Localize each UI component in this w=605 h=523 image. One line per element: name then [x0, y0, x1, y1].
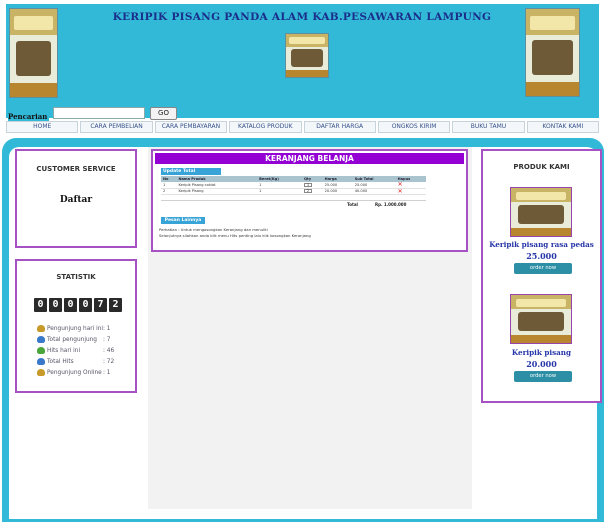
cart-note: Selanjutnya silahkan anda klik menu Hits…	[159, 233, 311, 238]
daftar-link[interactable]: Daftar	[17, 195, 135, 205]
stat-label: Pengunjung Online	[47, 369, 102, 376]
counter-digit: 0	[49, 298, 62, 312]
nav-katalog-produk[interactable]: KATALOG PRODUK	[229, 121, 302, 133]
product-image[interactable]	[510, 294, 572, 344]
stat-row: Total Hits : 72	[37, 356, 114, 367]
users-icon	[37, 347, 45, 354]
nav-cara-pembayaran[interactable]: CARA PEMBAYARAN	[154, 121, 228, 133]
nav-daftar-harga[interactable]: DAFTAR HARGA	[303, 121, 376, 133]
statistik-list: Pengunjung hari ini : 1 Total pengunjung…	[37, 323, 114, 378]
stat-label: Total Hits	[47, 358, 74, 365]
stat-row: Total pengunjung : 7	[37, 334, 114, 345]
shopping-cart-panel: KERANJANG BELANJA Update Total Pembayara…	[151, 149, 468, 252]
cell-delete: ✕	[395, 188, 426, 195]
header-banner: KERIPIK PISANG PANDA ALAM KAB.PESAWARAN …	[6, 4, 599, 118]
qty-input[interactable]: 2	[303, 189, 312, 193]
order-now-button[interactable]: order now	[514, 371, 572, 382]
nav-buku-tamu[interactable]: BUKU TAMU	[452, 121, 525, 133]
users-icon	[37, 325, 45, 332]
table-row: 2 Keripik Pisang 1 2 20.000 40.000 ✕	[161, 188, 426, 195]
statistik-title: STATISTIK	[56, 273, 96, 281]
order-more-button[interactable]: Pesan Lainnya	[161, 217, 205, 224]
cell-name: Keripik Pisang	[176, 188, 258, 195]
users-icon	[37, 336, 45, 343]
search-go-button[interactable]: GO	[150, 107, 177, 120]
stat-value: : 1	[103, 369, 111, 376]
stat-label: Total pengunjung	[47, 336, 97, 343]
nav-cara-pembelian[interactable]: CARA PEMBELIAN	[80, 121, 153, 133]
nav-ongkos-kirim[interactable]: ONGKOS KIRIM	[377, 121, 451, 133]
product-price: 20.000	[526, 359, 557, 369]
product-name[interactable]: Keripik pisang	[483, 348, 600, 357]
total-label: Total	[347, 202, 358, 207]
users-icon	[37, 369, 45, 376]
stat-value: : 46	[103, 347, 115, 354]
visitor-counter: 0 0 0 0 7 2	[34, 298, 122, 312]
stat-row: Pengunjung hari ini : 1	[37, 323, 114, 334]
cart-total-row: Total Rp. 1.000.000	[161, 200, 426, 207]
produk-kami-title: PRODUK KAMI	[513, 163, 570, 171]
product-photo-left	[9, 8, 58, 98]
product-name[interactable]: Keripik pisang rasa pedas	[483, 240, 600, 249]
counter-digit: 0	[64, 298, 77, 312]
counter-digit: 0	[79, 298, 92, 312]
customer-service-title: CUSTOMER SERVICE	[36, 165, 116, 173]
update-total-tab[interactable]: Update Total Pembayaran	[161, 168, 221, 181]
counter-digit: 2	[109, 298, 122, 312]
cart-title: KERANJANG BELANJA	[155, 153, 464, 164]
main-nav: HOME CARA PEMBELIAN CARA PEMBAYARAN KATA…	[6, 121, 599, 133]
cart-table: No Nama Produk Berat(Kg) Qty Harga Sub T…	[161, 176, 426, 195]
total-value: Rp. 1.000.000	[375, 202, 407, 207]
qty-input[interactable]: 1	[303, 182, 312, 187]
cell-weight: 1	[257, 188, 302, 195]
statistik-box: STATISTIK 0 0 0 0 7 2 Pengunjung hari in…	[15, 259, 137, 393]
stat-label: Pengunjung hari ini	[47, 325, 103, 332]
counter-digit: 7	[94, 298, 107, 312]
order-now-button[interactable]: order now	[514, 263, 572, 274]
stat-value: : 7	[103, 336, 111, 343]
nav-kontak-kami[interactable]: KONTAK KAMI	[526, 121, 599, 133]
counter-digit: 0	[34, 298, 47, 312]
product-price: 25.000	[526, 251, 557, 261]
search-input[interactable]	[53, 107, 145, 119]
cell-price: 20.000	[322, 188, 353, 195]
stat-label: Hits hari ini	[47, 347, 81, 354]
stat-value: : 72	[103, 358, 115, 365]
cell-qty: 2	[301, 188, 323, 195]
nav-home[interactable]: HOME	[6, 121, 79, 133]
product-image[interactable]	[510, 187, 572, 237]
product-photo-center	[285, 33, 329, 78]
customer-service-box: CUSTOMER SERVICE Daftar	[15, 149, 137, 248]
product-photo-right	[525, 8, 580, 97]
cell-no: 2	[161, 188, 177, 195]
cart-note: Perhatian : Untuk mengosongkan Keranjang…	[159, 227, 268, 232]
stat-value: : 1	[103, 325, 111, 332]
cell-subtotal: 40.000	[352, 188, 396, 195]
stat-row: Pengunjung Online : 1	[37, 367, 114, 378]
site-title: KERIPIK PISANG PANDA ALAM KAB.PESAWARAN …	[112, 11, 492, 23]
stat-row: Hits hari ini : 46	[37, 345, 114, 356]
delete-icon[interactable]: ✕	[398, 188, 403, 195]
produk-kami-box: PRODUK KAMI Keripik pisang rasa pedas 25…	[481, 149, 602, 403]
users-icon	[37, 358, 45, 365]
